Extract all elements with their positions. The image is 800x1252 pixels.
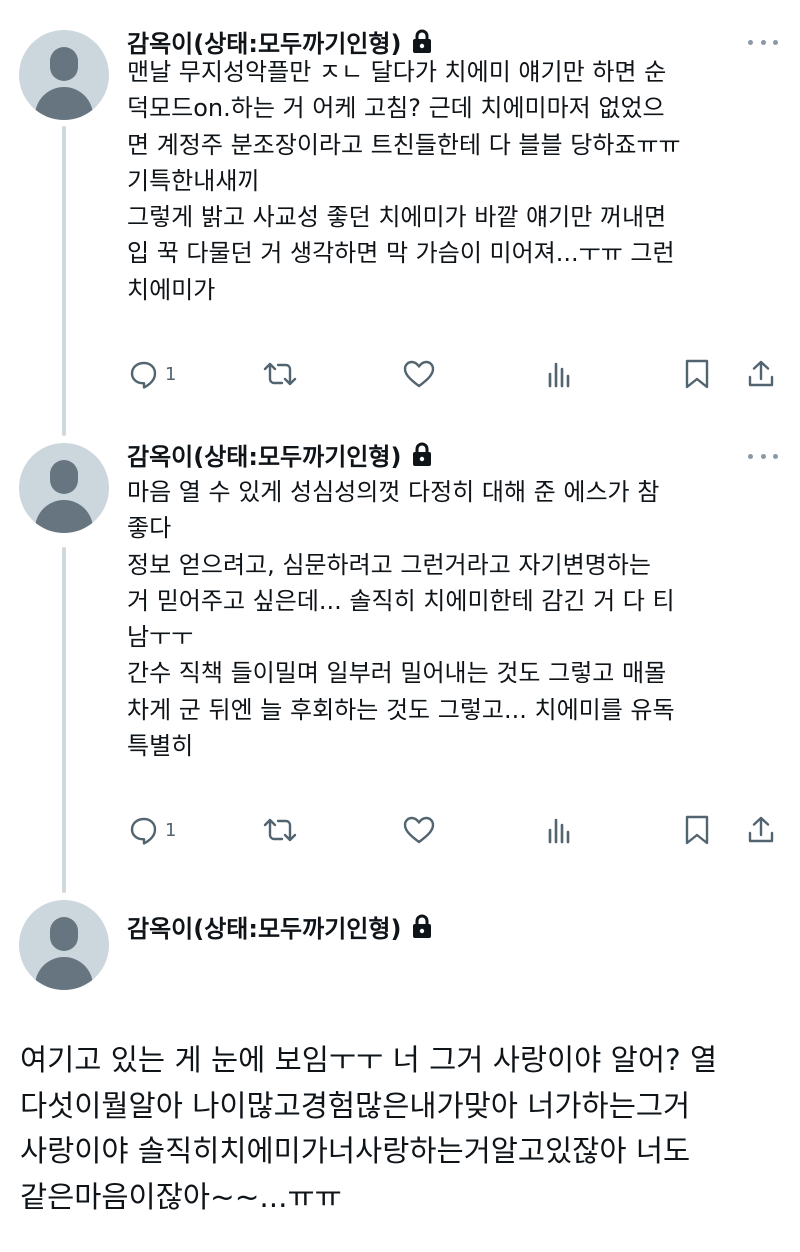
tweet-paragraph: 마음 열 수 있게 성심성의껏 다정히 대해 준 에스가 참 좋다 <box>127 478 660 543</box>
avatar[interactable] <box>19 443 109 533</box>
tweet-actions: 1 <box>127 354 777 394</box>
bookmark-button[interactable] <box>683 810 711 850</box>
tweet-header: 감옥이(상태:모두까기인형) <box>127 436 433 472</box>
lock-icon <box>411 913 433 939</box>
tweet-text: 마음 열 수 있게 성심성의껏 다정히 대해 준 에스가 참 좋다 정보 얻으려… <box>127 474 777 764</box>
retweet-button[interactable] <box>263 354 297 394</box>
like-icon <box>403 815 435 845</box>
reply-icon <box>129 359 159 389</box>
retweet-icon <box>263 359 297 389</box>
tweet-actions: 1 <box>127 810 777 850</box>
more-icon[interactable] <box>748 452 778 460</box>
share-icon <box>746 815 776 845</box>
tweet-header: 감옥이(상태:모두까기인형) <box>127 908 433 944</box>
tweet-paragraph: 정보 얻으려고, 심문하려고 그런거라고 자기변명하는 거 믿어주고 싶은데..… <box>127 550 675 652</box>
display-name[interactable]: 감옥이(상태:모두까기인형) <box>127 437 401 472</box>
bookmark-icon <box>683 814 711 846</box>
share-button[interactable] <box>746 810 776 850</box>
reply-count: 1 <box>165 363 177 385</box>
display-name[interactable]: 감옥이(상태:모두까기인형) <box>127 909 401 944</box>
like-icon <box>403 359 435 389</box>
lock-icon <box>411 441 433 467</box>
tweet-paragraph: 그렇게 밝고 사교성 좋던 치에미가 바깥 얘기만 꺼내면 입 꾹 다물던 거 … <box>127 203 675 304</box>
views-button[interactable] <box>544 810 574 850</box>
share-button[interactable] <box>746 354 776 394</box>
tweet-text: 맨날 무지성악플만 ㅈㄴ 달다가 치에미 얘기만 하면 순 덕모드on.하는 거… <box>127 54 777 308</box>
like-button[interactable] <box>403 810 435 850</box>
thread-connector-line <box>62 126 66 436</box>
more-icon[interactable] <box>748 38 778 46</box>
retweet-button[interactable] <box>263 810 297 850</box>
lock-icon <box>411 28 433 54</box>
views-icon <box>544 359 574 389</box>
thread-connector-line <box>62 547 66 893</box>
retweet-icon <box>263 815 297 845</box>
views-icon <box>544 815 574 845</box>
views-button[interactable] <box>544 354 574 394</box>
share-icon <box>746 359 776 389</box>
bookmark-button[interactable] <box>683 354 711 394</box>
bookmark-icon <box>683 358 711 390</box>
avatar[interactable] <box>19 900 109 990</box>
reply-button[interactable]: 1 <box>129 810 176 850</box>
reply-button[interactable]: 1 <box>129 354 176 394</box>
like-button[interactable] <box>403 354 435 394</box>
reply-count: 1 <box>165 819 177 841</box>
avatar[interactable] <box>19 30 109 120</box>
tweet-paragraph: 간수 직책 들이밀며 일부러 밀어내는 것도 그렇고 매몰 차게 군 뒤엔 늘 … <box>127 659 675 761</box>
reply-icon <box>129 815 159 845</box>
reply-text: 여기고 있는 게 눈에 보임ㅜㅜ 너 그거 사랑이야 알어? 열 다섯이뭘알아 … <box>20 1043 718 1214</box>
tweet-paragraph: 맨날 무지성악플만 ㅈㄴ 달다가 치에미 얘기만 하면 순 덕모드on.하는 거… <box>127 58 681 195</box>
